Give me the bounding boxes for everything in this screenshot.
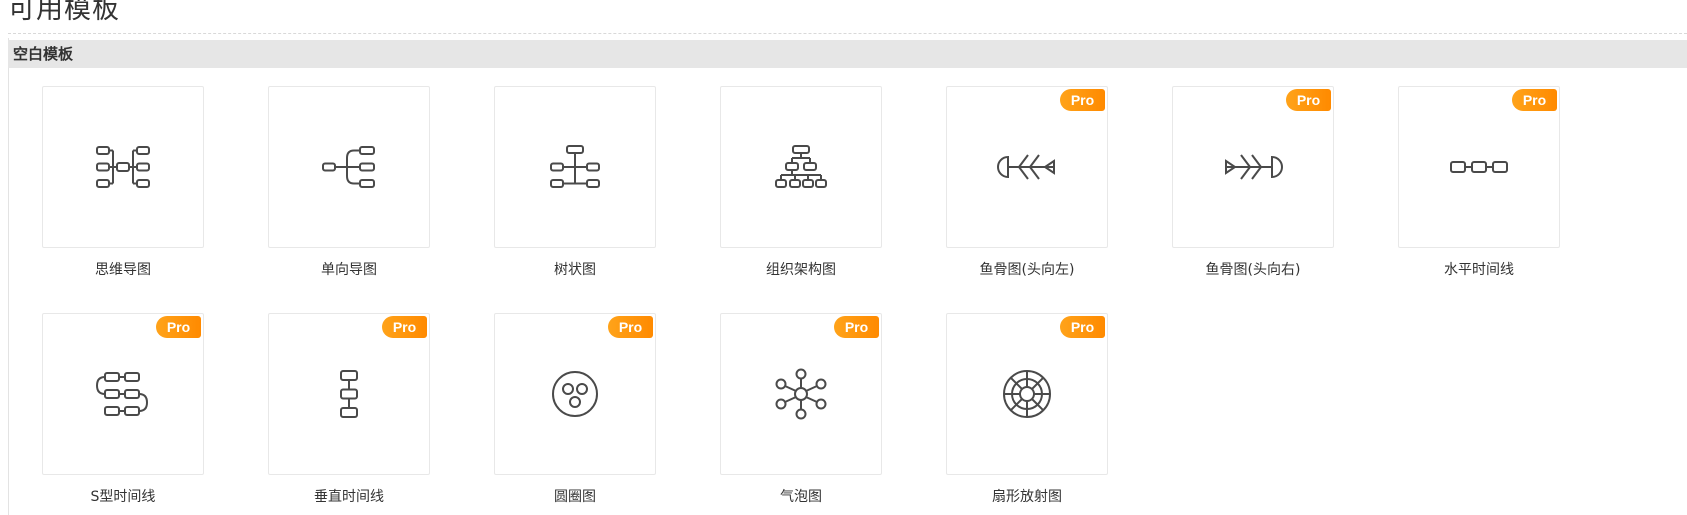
template-card-sector-radial[interactable]: Pro bbox=[946, 313, 1108, 475]
template-label: 单向导图 bbox=[321, 262, 377, 278]
template-card-circle-chart[interactable]: Pro bbox=[494, 313, 656, 475]
tree-chart-icon bbox=[550, 145, 600, 188]
template-card-horizontal-timeline[interactable]: Pro bbox=[1398, 86, 1560, 248]
org-chart-icon bbox=[775, 145, 827, 188]
horizontal-timeline-icon bbox=[1450, 161, 1508, 173]
template-card-fishbone-left[interactable]: Pro bbox=[946, 86, 1108, 248]
fishbone-left-icon bbox=[997, 154, 1055, 180]
section-header: 空白模板 bbox=[8, 40, 1687, 68]
template-card-one-way-map[interactable] bbox=[268, 86, 430, 248]
template-card-fishbone-right[interactable]: Pro bbox=[1172, 86, 1334, 248]
template-label: 气泡图 bbox=[780, 489, 822, 505]
s-timeline-icon bbox=[95, 372, 149, 416]
fishbone-right-icon bbox=[1225, 154, 1283, 180]
template-label: 扇形放射图 bbox=[992, 489, 1062, 505]
pro-badge: Pro bbox=[1060, 316, 1105, 338]
pro-badge: Pro bbox=[1512, 89, 1557, 111]
one-way-map-icon bbox=[322, 146, 375, 188]
pro-badge: Pro bbox=[156, 316, 201, 338]
template-label: 思维导图 bbox=[95, 262, 151, 278]
template-card-s-timeline[interactable]: Pro bbox=[42, 313, 204, 475]
sector-radial-icon bbox=[1003, 370, 1051, 418]
template-label: 树状图 bbox=[554, 262, 596, 278]
template-label: 水平时间线 bbox=[1444, 262, 1514, 278]
template-card-org-chart[interactable] bbox=[720, 86, 882, 248]
template-card-tree-chart[interactable] bbox=[494, 86, 656, 248]
template-card-bubble-chart[interactable]: Pro bbox=[720, 313, 882, 475]
template-card-vertical-timeline[interactable]: Pro bbox=[268, 313, 430, 475]
template-label: S型时间线 bbox=[90, 489, 156, 505]
bubble-chart-icon bbox=[775, 368, 827, 420]
mind-map-icon bbox=[96, 146, 150, 188]
template-label: 圆圈图 bbox=[554, 489, 596, 505]
title-divider bbox=[8, 33, 1687, 34]
template-label: 鱼骨图(头向左) bbox=[979, 262, 1075, 278]
page-title: 可用模板 bbox=[8, 0, 120, 25]
template-label: 鱼骨图(头向右) bbox=[1205, 262, 1301, 278]
pro-badge: Pro bbox=[1060, 89, 1105, 111]
template-card-mind-map[interactable] bbox=[42, 86, 204, 248]
vertical-timeline-icon bbox=[340, 370, 358, 418]
template-label: 组织架构图 bbox=[766, 262, 836, 278]
pro-badge: Pro bbox=[834, 316, 879, 338]
pro-badge: Pro bbox=[608, 316, 653, 338]
template-label: 垂直时间线 bbox=[314, 489, 384, 505]
circle-chart-icon bbox=[552, 371, 598, 417]
pro-badge: Pro bbox=[1286, 89, 1331, 111]
pro-badge: Pro bbox=[382, 316, 427, 338]
